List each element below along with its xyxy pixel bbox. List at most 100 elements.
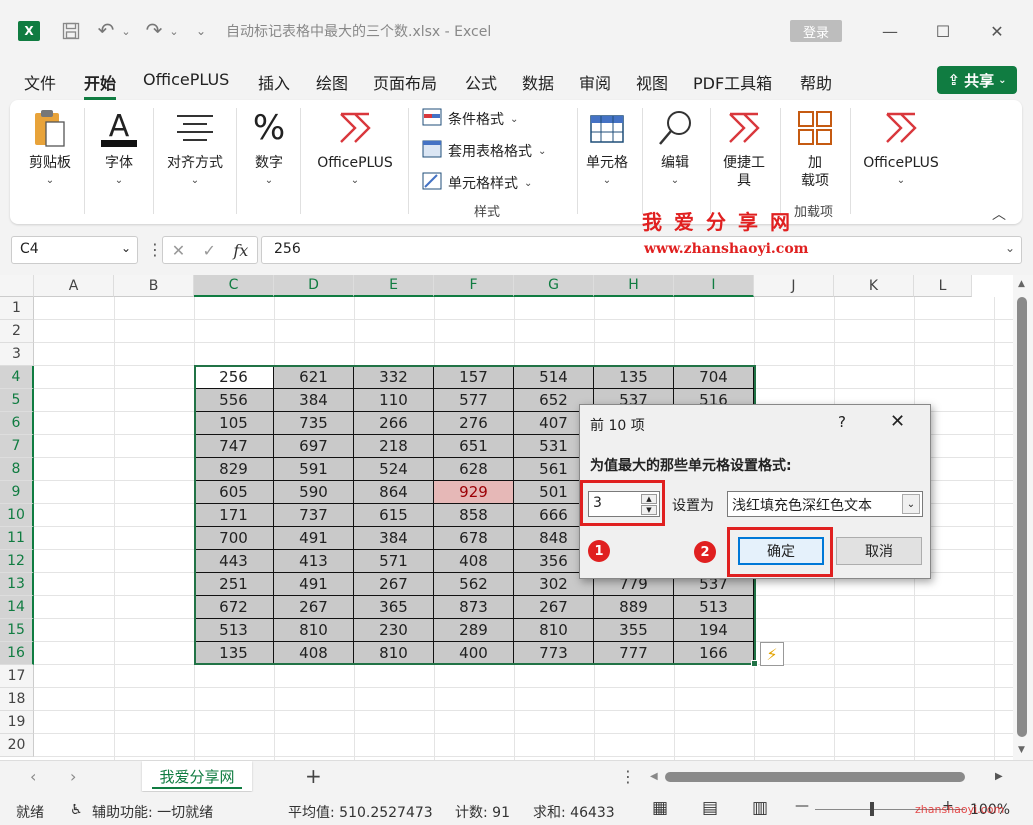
tab-formulas[interactable]: 公式	[465, 70, 497, 94]
table-cell[interactable]: 700	[194, 527, 274, 550]
table-cell[interactable]: 524	[354, 458, 434, 481]
more-options-icon[interactable]: ⋮	[147, 240, 163, 259]
tab-view[interactable]: 视图	[636, 70, 668, 94]
cells-button[interactable]: 单元格 ⌄	[582, 106, 632, 190]
table-cell[interactable]: 810	[514, 619, 594, 642]
share-button[interactable]: ⇪ 共享 ⌄	[937, 66, 1017, 94]
table-cell[interactable]: 615	[354, 504, 434, 527]
table-cell[interactable]: 777	[594, 642, 674, 665]
table-cell[interactable]: 929	[434, 481, 514, 504]
row-header-7[interactable]: 7	[0, 435, 34, 458]
column-header-H[interactable]: H	[594, 275, 674, 297]
table-cell[interactable]: 289	[434, 619, 514, 642]
page-break-view-icon[interactable]: ▥	[752, 798, 768, 818]
row-header-19[interactable]: 19	[0, 711, 34, 734]
row-header-3[interactable]: 3	[0, 343, 34, 366]
spin-up-icon[interactable]: ▲	[641, 494, 657, 504]
format-select[interactable]: 浅红填充色深红色文本 ⌄	[727, 491, 923, 517]
tab-file[interactable]: 文件	[24, 70, 56, 94]
sheet-tab[interactable]: 我爱分享网	[142, 761, 252, 791]
tab-pdf-tools[interactable]: PDF工具箱	[693, 70, 772, 94]
redo-dropdown-icon[interactable]: ⌄	[168, 20, 180, 42]
table-cell[interactable]: 858	[434, 504, 514, 527]
row-header-8[interactable]: 8	[0, 458, 34, 481]
table-cell[interactable]: 256	[194, 366, 274, 389]
tab-page-layout[interactable]: 页面布局	[373, 70, 437, 94]
table-cell[interactable]: 735	[274, 412, 354, 435]
row-header-6[interactable]: 6	[0, 412, 34, 435]
select-all-corner[interactable]	[0, 275, 34, 297]
row-header-5[interactable]: 5	[0, 389, 34, 412]
column-header-E[interactable]: E	[354, 275, 434, 297]
format-as-table-button[interactable]: 套用表格格式 ⌄	[422, 140, 546, 162]
table-cell[interactable]: 105	[194, 412, 274, 435]
alignment-button[interactable]: 对齐方式 ⌄	[160, 106, 230, 190]
horizontal-scroll-thumb[interactable]	[665, 772, 965, 782]
row-header-17[interactable]: 17	[0, 665, 34, 688]
table-cell[interactable]: 135	[594, 366, 674, 389]
close-window-icon[interactable]: ✕	[982, 18, 1012, 44]
officeplus-button-2[interactable]: OfficePLUS ⌄	[856, 106, 946, 190]
table-cell[interactable]: 384	[274, 389, 354, 412]
row-header-16[interactable]: 16	[0, 642, 34, 665]
table-cell[interactable]: 408	[434, 550, 514, 573]
table-cell[interactable]: 267	[514, 596, 594, 619]
table-cell[interactable]: 562	[434, 573, 514, 596]
ok-button[interactable]: 确定	[738, 537, 824, 565]
table-cell[interactable]: 829	[194, 458, 274, 481]
table-cell[interactable]: 365	[354, 596, 434, 619]
fill-handle[interactable]	[751, 660, 758, 667]
table-cell[interactable]: 230	[354, 619, 434, 642]
tab-help[interactable]: 帮助	[800, 70, 832, 94]
save-icon[interactable]	[60, 20, 82, 42]
undo-icon[interactable]: ↶	[94, 18, 118, 42]
tab-home[interactable]: 开始	[84, 70, 117, 100]
column-header-F[interactable]: F	[434, 275, 514, 297]
scroll-right-icon[interactable]: ▶	[995, 771, 1003, 782]
table-cell[interactable]: 513	[674, 596, 754, 619]
table-cell[interactable]: 491	[274, 573, 354, 596]
clipboard-button[interactable]: 剪贴板 ⌄	[24, 106, 76, 190]
officeplus-button[interactable]: OfficePLUS ⌄	[310, 106, 400, 190]
table-cell[interactable]: 621	[274, 366, 354, 389]
table-cell[interactable]: 157	[434, 366, 514, 389]
row-header-14[interactable]: 14	[0, 596, 34, 619]
table-cell[interactable]: 266	[354, 412, 434, 435]
tab-draw[interactable]: 绘图	[316, 70, 348, 94]
conditional-format-button[interactable]: 条件格式 ⌄	[422, 108, 518, 130]
table-cell[interactable]: 267	[274, 596, 354, 619]
quick-analysis-icon[interactable]: ⚡	[760, 642, 784, 666]
login-button[interactable]: 登录	[790, 20, 842, 42]
table-cell[interactable]: 251	[194, 573, 274, 596]
table-cell[interactable]: 355	[594, 619, 674, 642]
column-header-D[interactable]: D	[274, 275, 354, 297]
row-header-15[interactable]: 15	[0, 619, 34, 642]
table-cell[interactable]: 651	[434, 435, 514, 458]
table-cell[interactable]: 810	[354, 642, 434, 665]
tab-insert[interactable]: 插入	[258, 70, 290, 94]
table-cell[interactable]: 571	[354, 550, 434, 573]
addins-button[interactable]: 加 载项	[790, 106, 840, 190]
table-cell[interactable]: 400	[434, 642, 514, 665]
customize-toolbar-icon[interactable]: ⌄	[194, 20, 208, 42]
enter-icon[interactable]: ✓	[203, 241, 216, 260]
table-cell[interactable]: 267	[354, 573, 434, 596]
table-cell[interactable]: 135	[194, 642, 274, 665]
table-cell[interactable]: 166	[674, 642, 754, 665]
normal-view-icon[interactable]: ▦	[652, 798, 668, 818]
table-cell[interactable]: 605	[194, 481, 274, 504]
table-cell[interactable]: 590	[274, 481, 354, 504]
row-header-9[interactable]: 9	[0, 481, 34, 504]
table-cell[interactable]: 810	[274, 619, 354, 642]
editing-button[interactable]: 编辑 ⌄	[650, 106, 700, 190]
row-header-18[interactable]: 18	[0, 688, 34, 711]
count-stepper[interactable]: 3 ▲ ▼	[588, 491, 660, 517]
table-cell[interactable]: 276	[434, 412, 514, 435]
column-header-A[interactable]: A	[34, 275, 114, 297]
next-sheet-icon[interactable]: ›	[70, 767, 76, 786]
scroll-thumb[interactable]	[1017, 297, 1027, 737]
table-cell[interactable]: 704	[674, 366, 754, 389]
scroll-down-icon[interactable]: ▼	[1018, 745, 1025, 755]
vertical-scrollbar[interactable]: ▲ ▼	[1013, 275, 1033, 760]
row-header-2[interactable]: 2	[0, 320, 34, 343]
